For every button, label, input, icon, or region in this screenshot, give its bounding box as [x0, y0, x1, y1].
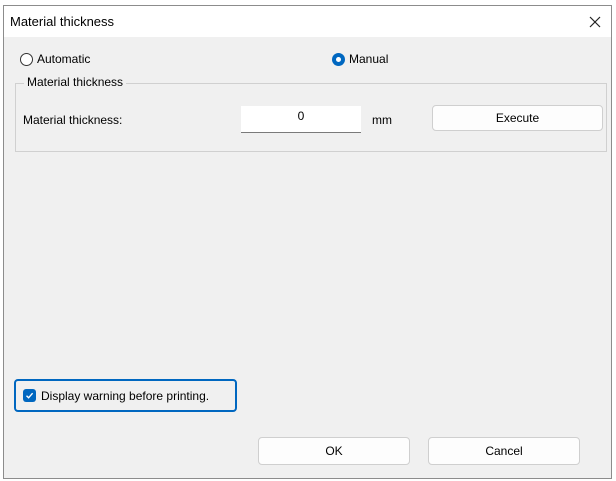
- dialog-title: Material thickness: [10, 14, 115, 29]
- warning-checkbox-label: Display warning before printing.: [41, 388, 210, 403]
- close-button[interactable]: [579, 6, 611, 37]
- radio-automatic-indicator[interactable]: [20, 52, 33, 66]
- ok-button[interactable]: OK: [258, 437, 410, 465]
- cancel-button[interactable]: Cancel: [428, 437, 580, 465]
- execute-button[interactable]: Execute: [432, 105, 603, 131]
- warning-checkbox-row[interactable]: Display warning before printing.: [14, 379, 237, 412]
- unit-label: mm: [372, 113, 392, 127]
- thickness-field-label: Material thickness:: [23, 113, 123, 127]
- material-thickness-dialog: Material thickness Automatic Manual Mate…: [3, 5, 612, 479]
- title-bar: Material thickness: [4, 6, 611, 37]
- checkmark-icon: [26, 392, 34, 399]
- group-legend: Material thickness: [24, 75, 127, 89]
- radio-manual-label: Manual: [349, 52, 389, 66]
- radio-manual[interactable]: Manual: [332, 52, 388, 66]
- warning-checkbox[interactable]: [23, 389, 36, 402]
- radio-automatic[interactable]: Automatic: [20, 52, 90, 66]
- radio-automatic-label: Automatic: [37, 52, 91, 66]
- radio-manual-indicator[interactable]: [332, 52, 345, 66]
- close-icon: [589, 16, 601, 27]
- thickness-input[interactable]: [241, 106, 361, 133]
